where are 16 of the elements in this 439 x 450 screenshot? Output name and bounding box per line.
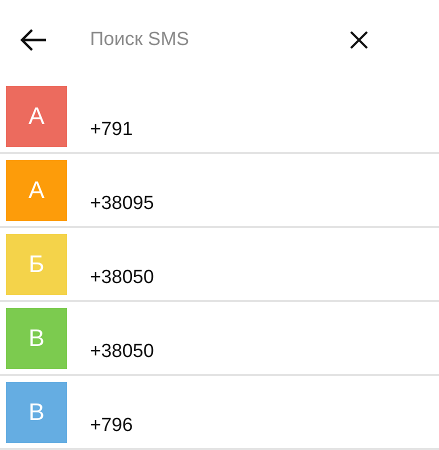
contact-avatar: А: [6, 160, 67, 221]
phone-number: +38050: [90, 266, 154, 290]
contact-row[interactable]: В +796: [0, 376, 439, 450]
contact-row[interactable]: А +38095: [0, 154, 439, 228]
contact-avatar: В: [6, 382, 67, 443]
search-field[interactable]: Поиск SMS: [88, 24, 318, 56]
phone-number: +796: [90, 414, 133, 438]
phone-number: +38095: [90, 192, 154, 216]
phone-number: +38050: [90, 340, 154, 364]
contact-row[interactable]: В +38050: [0, 302, 439, 376]
contact-row[interactable]: А +791: [0, 80, 439, 154]
contact-avatar: В: [6, 308, 67, 369]
phone-number: +791: [90, 118, 133, 142]
contact-avatar: Б: [6, 234, 67, 295]
contact-row[interactable]: Б +38050: [0, 228, 439, 302]
contact-avatar: А: [6, 86, 67, 147]
